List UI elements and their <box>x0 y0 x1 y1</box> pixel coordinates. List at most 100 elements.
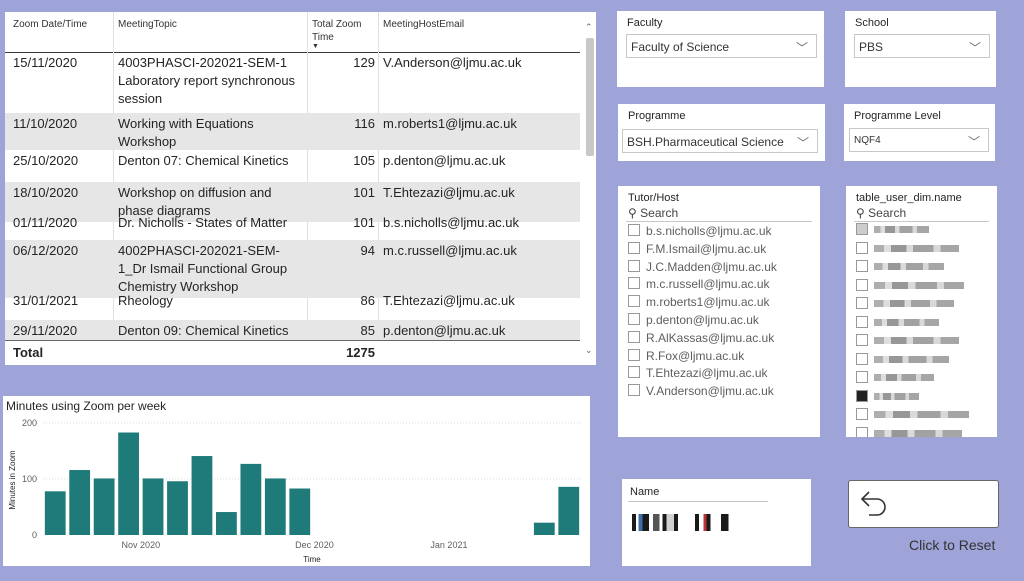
checkbox[interactable] <box>628 384 640 397</box>
cell-date: 25/10/2020 <box>13 153 79 168</box>
programme-dropdown[interactable]: BSH.Pharmaceutical Science ﹀ <box>622 129 818 153</box>
checkbox[interactable] <box>856 408 868 420</box>
tutor-item[interactable]: m.c.russell@ljmu.ac.uk <box>628 277 770 291</box>
checkbox[interactable] <box>856 241 868 254</box>
user-item[interactable] <box>856 426 962 437</box>
redacted-user-name <box>874 392 919 400</box>
checkbox[interactable] <box>856 426 868 437</box>
table-header: Zoom Date/Time MeetingTopic Total Zoom T… <box>5 12 580 53</box>
user-item[interactable] <box>856 334 959 348</box>
cell-total: 101 <box>353 185 375 200</box>
header-date[interactable]: Zoom Date/Time <box>13 18 87 31</box>
cell-date: 31/01/2021 <box>13 293 79 308</box>
cell-topic: Rheology <box>118 293 173 308</box>
tutor-item[interactable]: m.roberts1@ljmu.ac.uk <box>628 295 770 309</box>
user-item[interactable] <box>856 371 934 385</box>
checkbox[interactable] <box>856 371 868 383</box>
tutor-item[interactable]: V.Anderson@ljmu.ac.uk <box>628 384 774 398</box>
programme-level-dropdown[interactable]: NQF4 ﹀ <box>849 128 989 152</box>
scroll-down-icon[interactable]: ⌄ <box>585 345 593 356</box>
school-dropdown[interactable]: PBS ﹀ <box>854 34 990 58</box>
user-item[interactable] <box>856 389 919 404</box>
user-item[interactable] <box>856 260 944 274</box>
user-item[interactable] <box>856 408 969 422</box>
checkbox[interactable] <box>856 315 868 328</box>
user-item[interactable] <box>856 241 959 256</box>
user-item[interactable] <box>856 278 964 293</box>
cell-topic: Denton 09: Chemical Kinetics <box>118 323 289 338</box>
table-row[interactable]: 25/10/2020 Denton 07: Chemical Kinetics 10… <box>5 150 580 172</box>
redacted-user-name <box>874 355 949 363</box>
slicer-search[interactable]: ⚲ Search <box>628 206 678 220</box>
checkbox[interactable] <box>628 313 640 325</box>
zoom-minutes-chart: Minutes using Zoom per week 0 100 200 Nov 2… <box>3 396 590 566</box>
cell-date: 11/10/2020 <box>13 116 78 131</box>
tutor-label: p.denton@ljmu.ac.uk <box>646 313 759 327</box>
chart-svg: 0 100 200 Nov 2020 Dec 2020 Jan 2021 Time Minut… <box>8 418 581 564</box>
user-item[interactable] <box>856 223 929 237</box>
undo-arrow-icon <box>860 491 886 516</box>
table-total-row: Total 1275 <box>5 340 580 365</box>
tutor-item[interactable]: R.AlKassas@ljmu.ac.uk <box>628 330 774 345</box>
slicer-title: School <box>855 17 889 29</box>
slicer-title: Programme <box>628 110 686 122</box>
cell-host: p.denton@ljmu.ac.uk <box>383 153 506 168</box>
redacted-user-name <box>874 244 959 252</box>
tutor-label: b.s.nicholls@ljmu.ac.uk <box>646 224 772 238</box>
tutor-item[interactable]: b.s.nicholls@ljmu.ac.uk <box>628 224 772 238</box>
checkbox[interactable] <box>628 330 640 343</box>
table-row[interactable]: 15/11/2020 4003PHASCI-202021-SEM-1 Labora… <box>5 52 580 113</box>
table-row[interactable]: 31/01/2021 Rheology 86 T.Ehtezazi@ljmu.ac.u… <box>5 290 580 310</box>
checkbox[interactable] <box>856 278 868 291</box>
tutor-item[interactable]: T.Ehtezazi@ljmu.ac.uk <box>628 366 768 380</box>
tutor-item[interactable]: R.Fox@ljmu.ac.uk <box>628 348 744 363</box>
slicer-search[interactable]: ⚲ Search <box>856 206 906 220</box>
header-host[interactable]: MeetingHostEmail <box>383 18 464 31</box>
cell-total: 86 <box>360 293 375 308</box>
faculty-dropdown[interactable]: Faculty of Science ﹀ <box>626 34 817 58</box>
checkbox[interactable] <box>856 334 868 346</box>
checkbox[interactable] <box>856 389 868 402</box>
tutor-label: m.roberts1@ljmu.ac.uk <box>646 295 770 310</box>
header-topic[interactable]: MeetingTopic <box>118 18 177 31</box>
sort-descending-icon[interactable]: ▼ <box>312 43 319 50</box>
user-item[interactable] <box>856 315 939 330</box>
tutor-item[interactable]: p.denton@ljmu.ac.uk <box>628 313 759 327</box>
table-row[interactable]: 11/10/2020 Working with Equations Worksho… <box>5 113 580 150</box>
checkbox[interactable] <box>628 259 640 272</box>
cell-host: p.denton@ljmu.ac.uk <box>383 323 506 338</box>
checkbox[interactable] <box>628 366 640 379</box>
checkbox[interactable] <box>628 277 640 290</box>
table-scrollbar[interactable]: ⌃ ⌄ <box>584 20 596 358</box>
checkbox[interactable] <box>628 295 640 308</box>
tutor-item[interactable]: J.C.Madden@ljmu.ac.uk <box>628 259 777 274</box>
bar <box>167 481 188 535</box>
scrollbar-thumb[interactable] <box>586 38 594 156</box>
table-row[interactable]: 29/11/2020 Denton 09: Chemical Kinetics 85… <box>5 320 580 340</box>
checkbox[interactable] <box>856 352 868 365</box>
scroll-up-icon[interactable]: ⌃ <box>585 22 593 33</box>
checkbox[interactable] <box>628 241 640 254</box>
cell-topic: 4003PHASCI-202021-SEM-1 Laboratory repor… <box>118 55 296 106</box>
user-item[interactable] <box>856 297 954 311</box>
reset-button[interactable] <box>848 480 999 528</box>
checkbox[interactable] <box>856 297 868 309</box>
cell-date: 29/11/2020 <box>13 323 78 338</box>
bar <box>118 432 139 535</box>
bar <box>533 522 555 535</box>
dropdown-value: Faculty of Science <box>631 40 730 54</box>
reset-label[interactable]: Click to Reset <box>909 537 995 553</box>
checkbox[interactable] <box>628 348 640 361</box>
header-total[interactable]: Total Zoom Time <box>312 18 372 44</box>
dropdown-value: NQF4 <box>854 135 881 146</box>
tutor-label: F.M.Ismail@ljmu.ac.uk <box>646 241 767 256</box>
user-item[interactable] <box>856 352 949 367</box>
bar <box>93 478 115 535</box>
tutor-item[interactable]: F.M.Ismail@ljmu.ac.uk <box>628 241 767 256</box>
tutor-label: T.Ehtezazi@ljmu.ac.uk <box>646 366 768 381</box>
checkbox[interactable] <box>628 224 640 236</box>
checkbox[interactable] <box>856 223 868 235</box>
checkbox[interactable] <box>856 260 868 272</box>
table-row[interactable]: 01/11/2020 Dr. Nicholls - States of Matte… <box>5 212 580 232</box>
bar <box>289 488 311 535</box>
